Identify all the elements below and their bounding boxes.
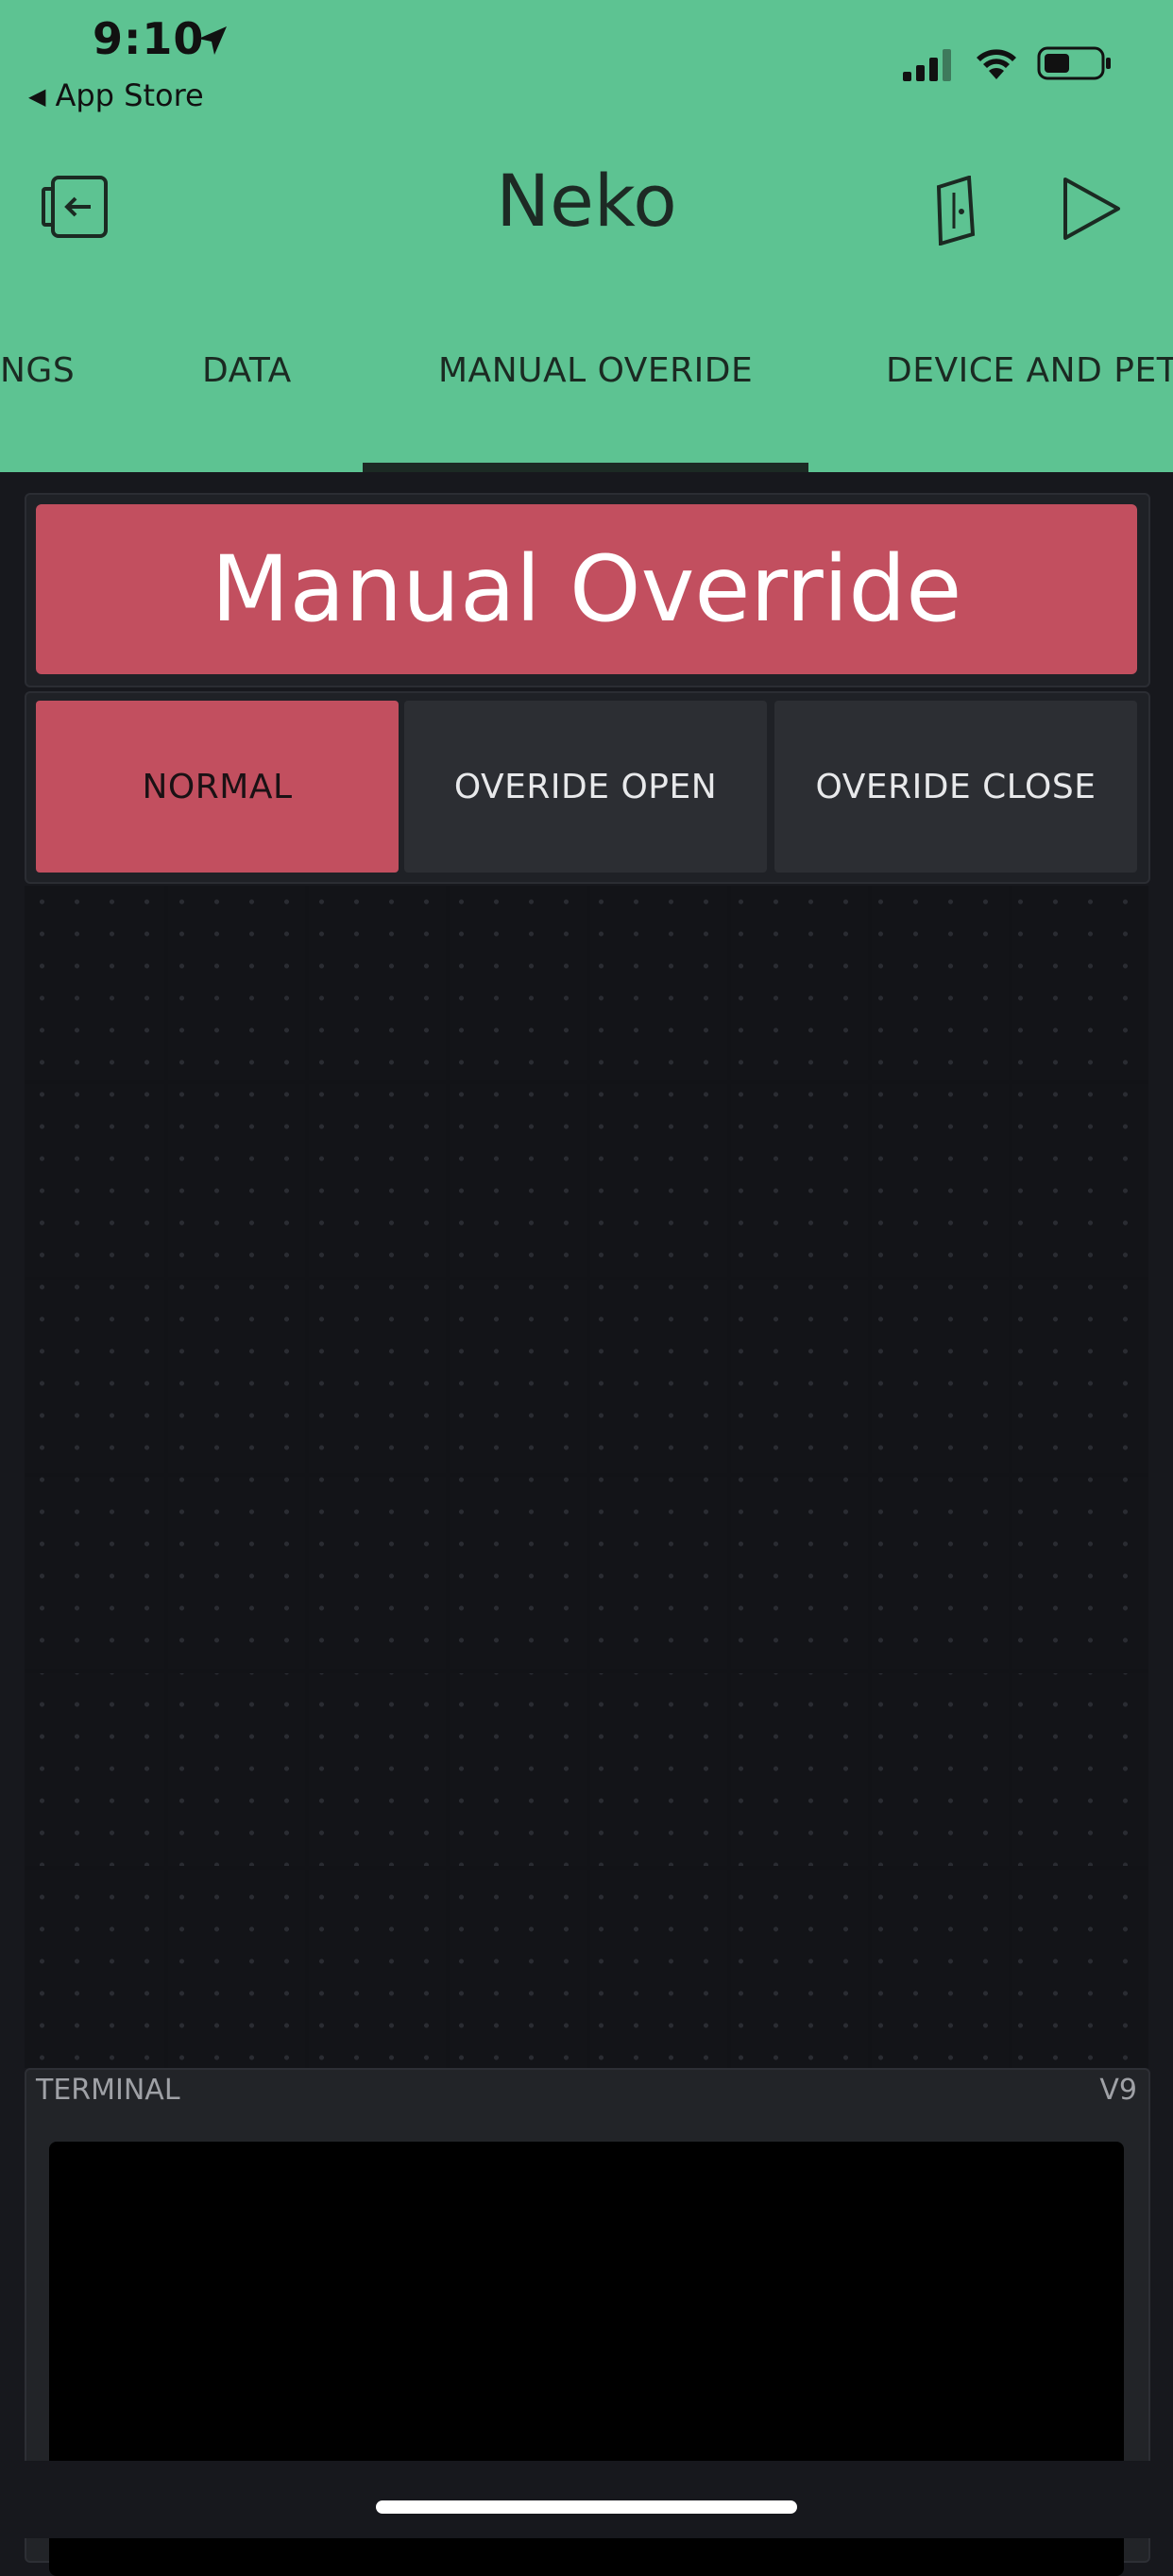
grid-divider xyxy=(305,886,309,2068)
status-time: 9:10 xyxy=(93,13,205,64)
wifi-icon xyxy=(977,49,1016,79)
grid-divider xyxy=(868,886,872,2068)
tab-manual-override[interactable]: MANUAL OVERIDE xyxy=(438,351,753,390)
tab-settings[interactable]: NGS xyxy=(0,351,75,390)
tab-data[interactable]: DATA xyxy=(202,351,292,390)
location-arrow-icon xyxy=(198,26,227,55)
grid-divider xyxy=(446,886,450,2068)
grid-divider xyxy=(1009,886,1012,2068)
grid-divider xyxy=(25,1866,1148,1870)
terminal-label: TERMINAL xyxy=(36,2074,180,2107)
grid-divider xyxy=(25,1473,1148,1477)
grid-divider xyxy=(586,886,590,2068)
tab-device-and-pet[interactable]: DEVICE AND PET N xyxy=(886,351,1173,390)
cellular-signal-icon xyxy=(903,49,951,81)
grid-divider xyxy=(164,886,168,2068)
grid-divider xyxy=(25,1080,1148,1084)
home-indicator[interactable] xyxy=(376,2500,797,2514)
grid-divider xyxy=(25,1277,1148,1280)
segment-override-open[interactable]: OVERIDE OPEN xyxy=(404,701,767,873)
back-to-app-store[interactable]: ◀ App Store xyxy=(28,77,204,113)
page-title: Neko xyxy=(496,159,677,243)
battery-icon xyxy=(1037,46,1111,80)
bottom-safe-area xyxy=(0,2461,1173,2538)
terminal-pin-label: V9 xyxy=(1099,2074,1137,2107)
grid-divider xyxy=(727,886,731,2068)
segment-override-close[interactable]: OVERIDE CLOSE xyxy=(774,701,1137,873)
active-tab-indicator xyxy=(363,463,808,472)
device-icon[interactable] xyxy=(933,176,978,246)
back-triangle-icon: ◀ xyxy=(28,83,46,110)
segment-normal[interactable]: NORMAL xyxy=(36,701,399,873)
back-label: App Store xyxy=(55,77,204,113)
grid-divider xyxy=(25,1669,1148,1673)
play-icon[interactable] xyxy=(1062,176,1122,242)
manual-override-button[interactable]: Manual Override xyxy=(36,504,1137,674)
